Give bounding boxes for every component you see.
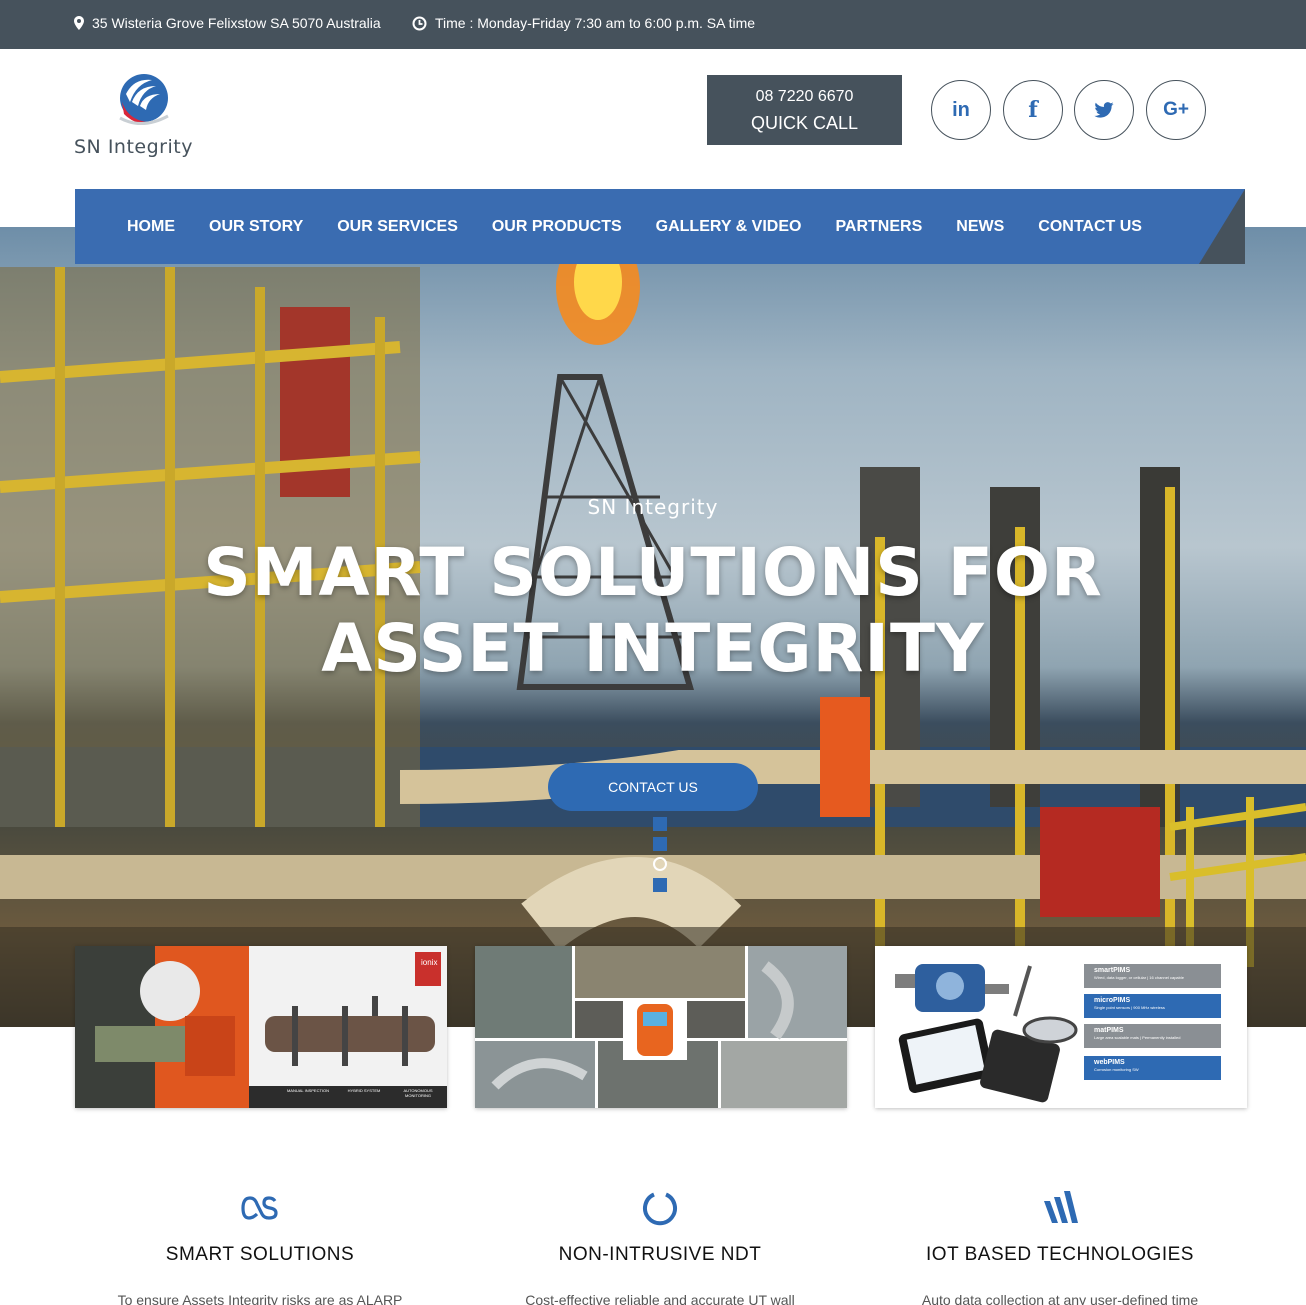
hero-subtitle: SN Integrity <box>587 495 719 519</box>
facebook-button[interactable]: f <box>1003 80 1063 140</box>
caption-hybrid: HYBRID SYSTEM <box>347 1088 381 1093</box>
twitter-icon <box>1094 102 1114 118</box>
google-plus-button[interactable]: G+ <box>1146 80 1206 140</box>
slider-dot-3[interactable] <box>653 857 667 871</box>
linkedin-icon: in <box>952 98 970 121</box>
nav-item-partners[interactable]: PARTNERS <box>835 218 922 236</box>
pims-item-smartpims: smartPIMS Wired, data logger, or cellula… <box>1084 964 1221 988</box>
ionix-inspection-image <box>75 946 447 1108</box>
pims-item-webpims: webPIMS Corrosion monitoring SW <box>1084 1056 1221 1080</box>
pims-name: microPIMS <box>1094 997 1131 1004</box>
ionix-logo: ionix <box>421 958 438 967</box>
top-bar: 35 Wisteria Grove Felixstow SA 5070 Aust… <box>0 0 1306 49</box>
logo-mark-icon <box>119 74 169 125</box>
feature-text: Auto data collection at any user-defined… <box>921 1292 1199 1305</box>
nav-item-our-services[interactable]: OUR SERVICES <box>337 218 458 236</box>
logo-text: SN Integrity <box>74 136 193 158</box>
circle-notch-icon <box>643 1192 677 1226</box>
pims-desc: Corrosion monitoring SW <box>1094 1067 1139 1072</box>
address-text: 35 Wisteria Grove Felixstow SA 5070 Aust… <box>92 15 381 31</box>
nav-item-home[interactable]: HOME <box>127 218 175 236</box>
address-info: 35 Wisteria Grove Felixstow SA 5070 Aust… <box>74 15 381 31</box>
quick-call-label: QUICK CALL <box>750 113 859 133</box>
feature-text: Cost-effective reliable and accurate UT … <box>525 1292 795 1305</box>
clock-icon <box>412 16 427 31</box>
google-plus-icon: G+ <box>1163 99 1189 120</box>
pims-name: webPIMS <box>1094 1059 1125 1066</box>
caption-manual: MANUAL INSPECTION <box>286 1088 330 1093</box>
feature-smart-solutions: SMART SOLUTIONS To ensure Assets Integri… <box>90 1186 430 1305</box>
site-logo[interactable]: SN Integrity <box>74 72 214 164</box>
pims-name: matPIMS <box>1094 1027 1124 1034</box>
feature-title: SMART SOLUTIONS <box>165 1244 355 1265</box>
slider-dot-2[interactable] <box>653 837 667 851</box>
feature-title: IOT BASED TECHNOLOGIES <box>926 1244 1194 1265</box>
hours-text: Time : Monday-Friday 7:30 am to 6:00 p.m… <box>435 15 756 31</box>
feature-non-intrusive-ndt: NON-INTRUSIVE NDT Cost-effective reliabl… <box>490 1186 830 1305</box>
nav-item-gallery-video[interactable]: GALLERY & VIDEO <box>656 218 802 236</box>
pims-devices-image <box>895 964 1078 1103</box>
hours-info: Time : Monday-Friday 7:30 am to 6:00 p.m… <box>412 15 755 31</box>
feature-iot-technologies: IOT BASED TECHNOLOGIES Auto data collect… <box>890 1186 1230 1305</box>
main-navigation: HOME OUR STORY OUR SERVICES OUR PRODUCTS… <box>75 189 1245 264</box>
nav-corner-decoration <box>1199 189 1245 264</box>
feature-text: To ensure Assets Integrity risks are as … <box>117 1292 403 1305</box>
lastfm-icon <box>241 1196 278 1220</box>
facebook-icon: f <box>1028 97 1038 123</box>
pims-item-micropims: microPIMS Single point sensors | 900 MHz… <box>1084 994 1221 1018</box>
slider-dot-4[interactable] <box>653 878 667 892</box>
hero-contact-button[interactable]: CONTACT US <box>548 763 758 811</box>
quick-call-button[interactable]: 08 7220 6670 QUICK CALL <box>707 75 902 145</box>
pims-name: smartPIMS <box>1094 967 1131 974</box>
hero-slider: SN Integrity SMART SOLUTIONS FOR ASSET I… <box>0 227 1306 1027</box>
pims-desc: Large area scalable mats | Permanently i… <box>1094 1035 1181 1040</box>
service-card-ionix[interactable]: ionix MANUAL INSPECTION HYBRID SYSTEM AU… <box>75 946 447 1108</box>
hero-title: SMART SOLUTIONS FOR ASSET INTEGRITY <box>150 535 1156 687</box>
pims-item-matpims: matPIMS Large area scalable mats | Perma… <box>1084 1024 1221 1048</box>
linkedin-button[interactable]: in <box>931 80 991 140</box>
phone-number: 08 7220 6670 <box>755 88 854 105</box>
hero-title-line-2: ASSET INTEGRITY <box>321 610 985 687</box>
feature-title: NON-INTRUSIVE NDT <box>558 1244 762 1265</box>
pims-desc: Wired, data logger, or cellular | 16 cha… <box>1094 975 1184 980</box>
hero-title-line-1: SMART SOLUTIONS FOR <box>203 534 1103 611</box>
nav-item-news[interactable]: NEWS <box>956 218 1004 236</box>
map-pin-icon <box>74 16 84 30</box>
nav-item-our-story[interactable]: OUR STORY <box>209 218 303 236</box>
ndt-collage-image <box>475 946 847 1108</box>
service-card-ndt-gallery[interactable] <box>475 946 847 1108</box>
slider-dot-1[interactable] <box>653 817 667 831</box>
wave-bars-icon <box>1044 1191 1078 1223</box>
caption-autonomous: AUTONOMOUS MONITORING <box>403 1088 433 1098</box>
nav-item-our-products[interactable]: OUR PRODUCTS <box>492 218 622 236</box>
pims-desc: Single point sensors | 900 MHz wireless <box>1094 1005 1165 1010</box>
twitter-button[interactable] <box>1074 80 1134 140</box>
nav-item-contact-us[interactable]: CONTACT US <box>1038 218 1142 236</box>
service-card-pims[interactable]: smartPIMS Wired, data logger, or cellula… <box>875 946 1247 1108</box>
